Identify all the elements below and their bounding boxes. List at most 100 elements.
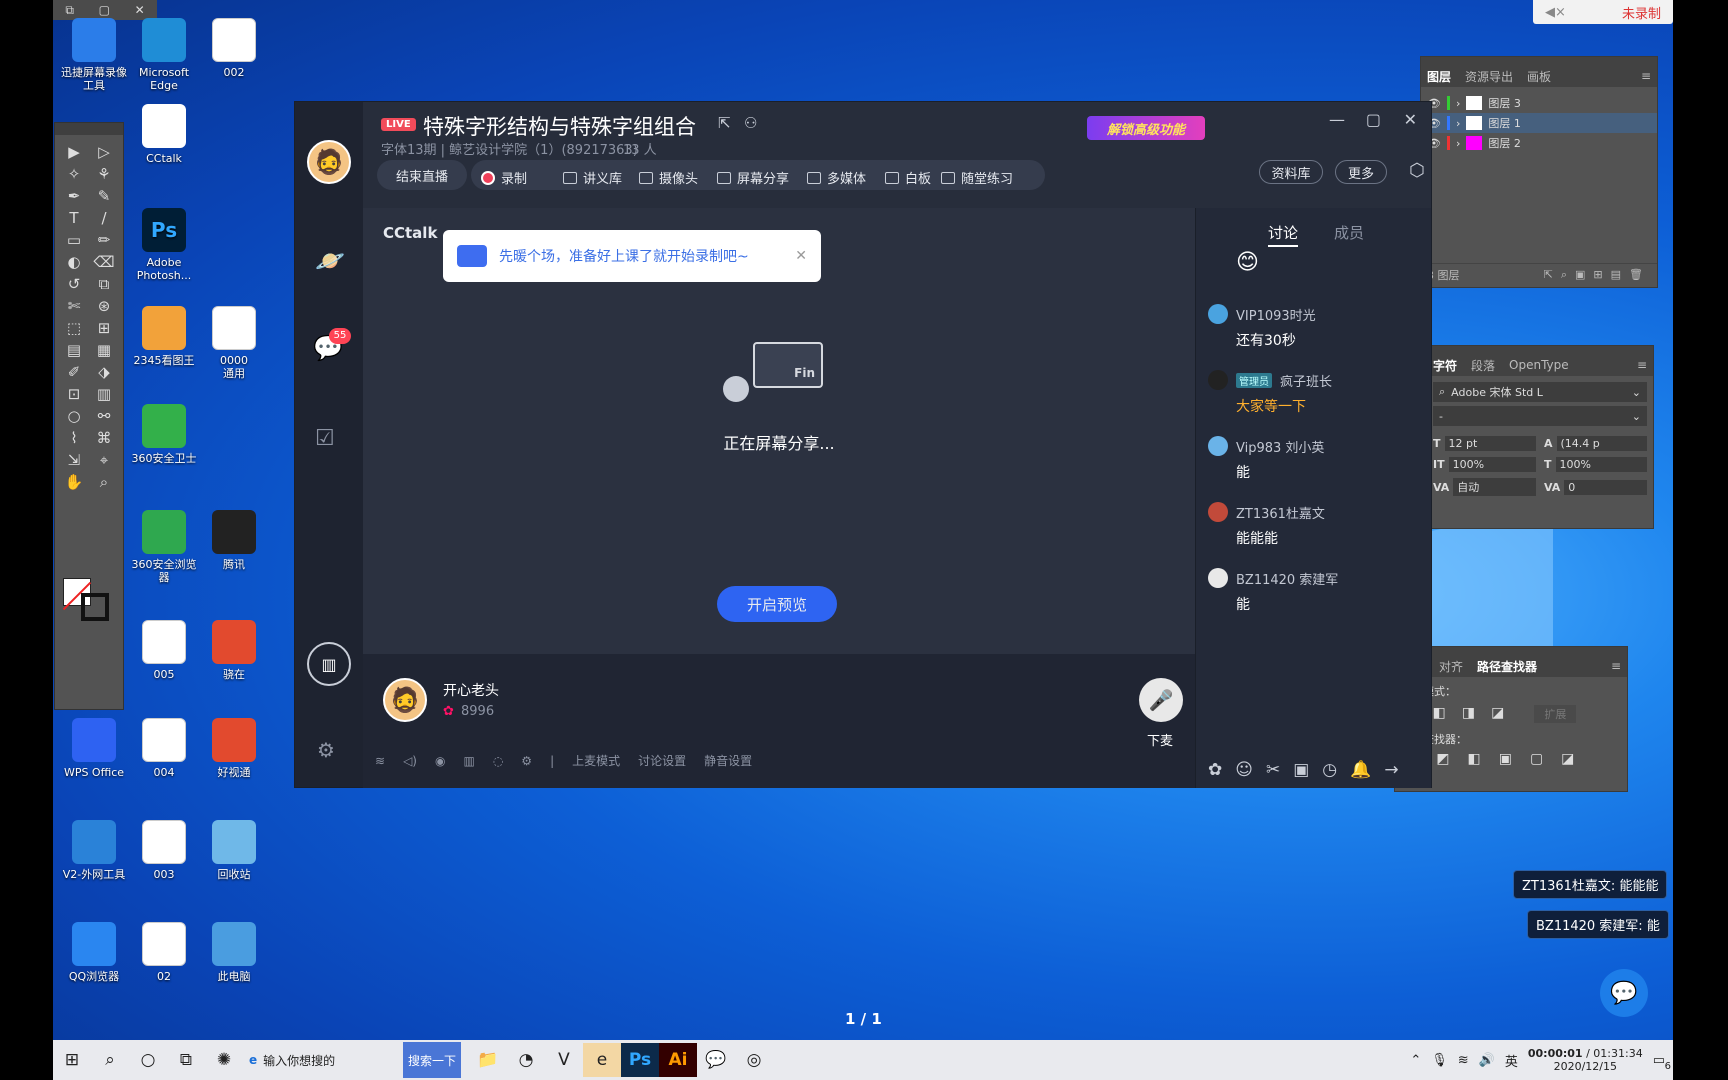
- unlock-premium-banner[interactable]: 解锁高级功能: [1087, 116, 1205, 140]
- panel-menu-icon[interactable]: ≡: [1641, 69, 1651, 83]
- pinwheel-icon[interactable]: ✺: [205, 1043, 243, 1077]
- settings-hex-icon[interactable]: ⬡: [1409, 160, 1425, 181]
- ai-tool-icon[interactable]: ▤: [61, 341, 87, 359]
- settings-gear-icon[interactable]: ⚙: [317, 738, 335, 762]
- live-signal-icon[interactable]: ▥: [307, 642, 351, 686]
- ai-tool-icon[interactable]: ⬗: [91, 363, 117, 381]
- outline-icon[interactable]: ▢: [1530, 751, 1543, 767]
- ai-tool-icon[interactable]: T: [61, 209, 87, 227]
- chevron-up-icon[interactable]: ⌃: [1410, 1053, 1421, 1068]
- ai-tool-icon[interactable]: ⊞: [91, 319, 117, 337]
- members-icon[interactable]: ⚇: [744, 114, 757, 132]
- ai-tool-icon[interactable]: ✐: [61, 363, 87, 381]
- tab-layers[interactable]: 图层: [1427, 68, 1451, 85]
- user-avatar[interactable]: 🧔: [307, 140, 351, 184]
- ai-tool-icon[interactable]: /: [91, 209, 117, 227]
- tab-opentype[interactable]: OpenType: [1509, 358, 1569, 372]
- desktop-icon[interactable]: 005: [125, 620, 203, 681]
- whiteboard-button[interactable]: 白板: [885, 168, 931, 187]
- network-icon[interactable]: ≋: [1458, 1053, 1469, 1068]
- wifi-icon[interactable]: ≋: [375, 754, 385, 768]
- ai-tool-icon[interactable]: ✒: [61, 187, 87, 205]
- ai-tool-icon[interactable]: ⬚: [61, 319, 87, 337]
- mic-icon[interactable]: ◉: [435, 754, 445, 768]
- ai-tool-icon[interactable]: ⌫: [91, 253, 117, 271]
- layer-row[interactable]: 👁 › 图层 3: [1421, 93, 1657, 113]
- mute-settings-button[interactable]: 静音设置: [704, 752, 752, 769]
- exclude-icon[interactable]: ◪: [1491, 705, 1504, 723]
- volume-icon[interactable]: 🔊: [1479, 1053, 1495, 1068]
- desktop-icon[interactable]: QQ浏览器: [55, 922, 133, 983]
- font-size-field[interactable]: T 12 pt: [1433, 436, 1536, 451]
- ai-tool-icon[interactable]: ↺: [61, 275, 87, 293]
- ai-tool-icon[interactable]: ▭: [61, 231, 87, 249]
- planet-icon[interactable]: 🪐: [315, 247, 345, 275]
- panel-menu-icon[interactable]: ≡: [1637, 358, 1647, 372]
- chevron-right-icon[interactable]: ›: [1456, 97, 1460, 110]
- desktop-icon[interactable]: 回收站: [195, 820, 273, 881]
- desktop-icon[interactable]: Microsoft Edge: [125, 18, 203, 92]
- 360-browser-taskbar-icon[interactable]: e: [583, 1043, 621, 1077]
- quiz-button[interactable]: 随堂练习: [941, 168, 1013, 187]
- panel-menu-icon[interactable]: ≡: [1611, 659, 1621, 673]
- desktop-icon[interactable]: 0000 通用: [195, 306, 273, 380]
- bell-icon[interactable]: 🔔: [1350, 760, 1371, 780]
- browser-search-input[interactable]: e 输入你想搜的: [243, 1045, 403, 1075]
- maximize-icon[interactable]: ▢: [99, 3, 110, 17]
- horizontal-scale-field[interactable]: T 100%: [1544, 457, 1647, 472]
- trim-icon[interactable]: ◩: [1436, 751, 1449, 767]
- ai-tool-icon[interactable]: ▶: [61, 143, 87, 161]
- minus-back-icon[interactable]: ◪: [1561, 751, 1574, 767]
- search-go-button[interactable]: 搜索一下: [403, 1042, 461, 1078]
- gear-icon[interactable]: ⚙: [521, 754, 532, 768]
- ai-tool-icon[interactable]: ⧉: [91, 275, 117, 293]
- desktop-icon[interactable]: 此电脑: [195, 922, 273, 983]
- desktop-icon[interactable]: 02: [125, 922, 203, 983]
- ai-tool-icon[interactable]: ✋: [61, 473, 87, 491]
- ai-tool-icon[interactable]: ▷: [91, 143, 117, 161]
- wechat-taskbar-icon[interactable]: 💬: [697, 1043, 735, 1077]
- cortana-icon[interactable]: ○: [129, 1043, 167, 1077]
- tab-character[interactable]: 字符: [1433, 357, 1457, 374]
- notification-icon[interactable]: ▭ 6: [1653, 1053, 1671, 1072]
- stroke-swatch[interactable]: [81, 593, 109, 621]
- font-style-select[interactable]: - ⌄: [1433, 406, 1647, 426]
- ai-tool-icon[interactable]: ⊛: [91, 297, 117, 315]
- minus-front-icon[interactable]: ◧: [1433, 705, 1446, 723]
- image-icon[interactable]: ▣: [1293, 760, 1309, 780]
- desktop-icon[interactable]: Ps Adobe Photosh...: [125, 208, 203, 282]
- ai-tool-icon[interactable]: ⌘: [91, 429, 117, 447]
- desktop-icon[interactable]: 004: [125, 718, 203, 779]
- tab-pathfinder[interactable]: 路径查找器: [1477, 658, 1537, 675]
- mic-off-button[interactable]: 🎤: [1139, 678, 1183, 722]
- close-icon[interactable]: ✕: [1404, 110, 1417, 129]
- search-icon[interactable]: ⌕: [91, 1043, 129, 1077]
- more-button[interactable]: 更多: [1335, 160, 1387, 184]
- ai-tool-icon[interactable]: ⌕: [91, 473, 117, 491]
- camera-button[interactable]: 摄像头: [639, 168, 698, 187]
- tab-paragraph[interactable]: 段落: [1471, 357, 1495, 374]
- scissors-icon[interactable]: ✂: [1266, 760, 1280, 780]
- desktop-icon[interactable]: 360安全浏览 器: [125, 510, 203, 584]
- ai-tool-icon[interactable]: ○: [61, 407, 87, 425]
- end-live-button[interactable]: 结束直播: [377, 160, 467, 190]
- ai-tool-icon[interactable]: ✏: [91, 231, 117, 249]
- kerning-field[interactable]: VA 自动: [1433, 478, 1536, 496]
- tab-artboards[interactable]: 画板: [1527, 68, 1551, 85]
- tab-discussion[interactable]: 讨论: [1268, 222, 1299, 247]
- ai-tool-icon[interactable]: ⊡: [61, 385, 87, 403]
- illustrator-taskbar-icon[interactable]: Ai: [659, 1043, 697, 1077]
- ai-tool-icon[interactable]: ⚯: [91, 407, 117, 425]
- task-view-icon[interactable]: ⧉: [167, 1043, 205, 1077]
- desktop-icon[interactable]: 好视通: [195, 718, 273, 779]
- recording-status-badge[interactable]: ◀× 未录制: [1533, 0, 1673, 24]
- resources-button[interactable]: 资料库: [1259, 160, 1323, 184]
- mic-mode-button[interactable]: 上麦模式: [572, 752, 620, 769]
- chevron-right-icon[interactable]: ›: [1456, 117, 1460, 130]
- font-family-select[interactable]: ⌕ Adobe 宋体 Std L ⌄: [1433, 382, 1647, 402]
- minimize-icon[interactable]: —: [1329, 110, 1345, 129]
- screen-share-button[interactable]: 屏幕分享: [717, 168, 789, 187]
- ai-tool-icon[interactable]: ▦: [91, 341, 117, 359]
- multimedia-button[interactable]: 多媒体: [807, 168, 866, 187]
- merge-icon[interactable]: ◧: [1467, 751, 1480, 767]
